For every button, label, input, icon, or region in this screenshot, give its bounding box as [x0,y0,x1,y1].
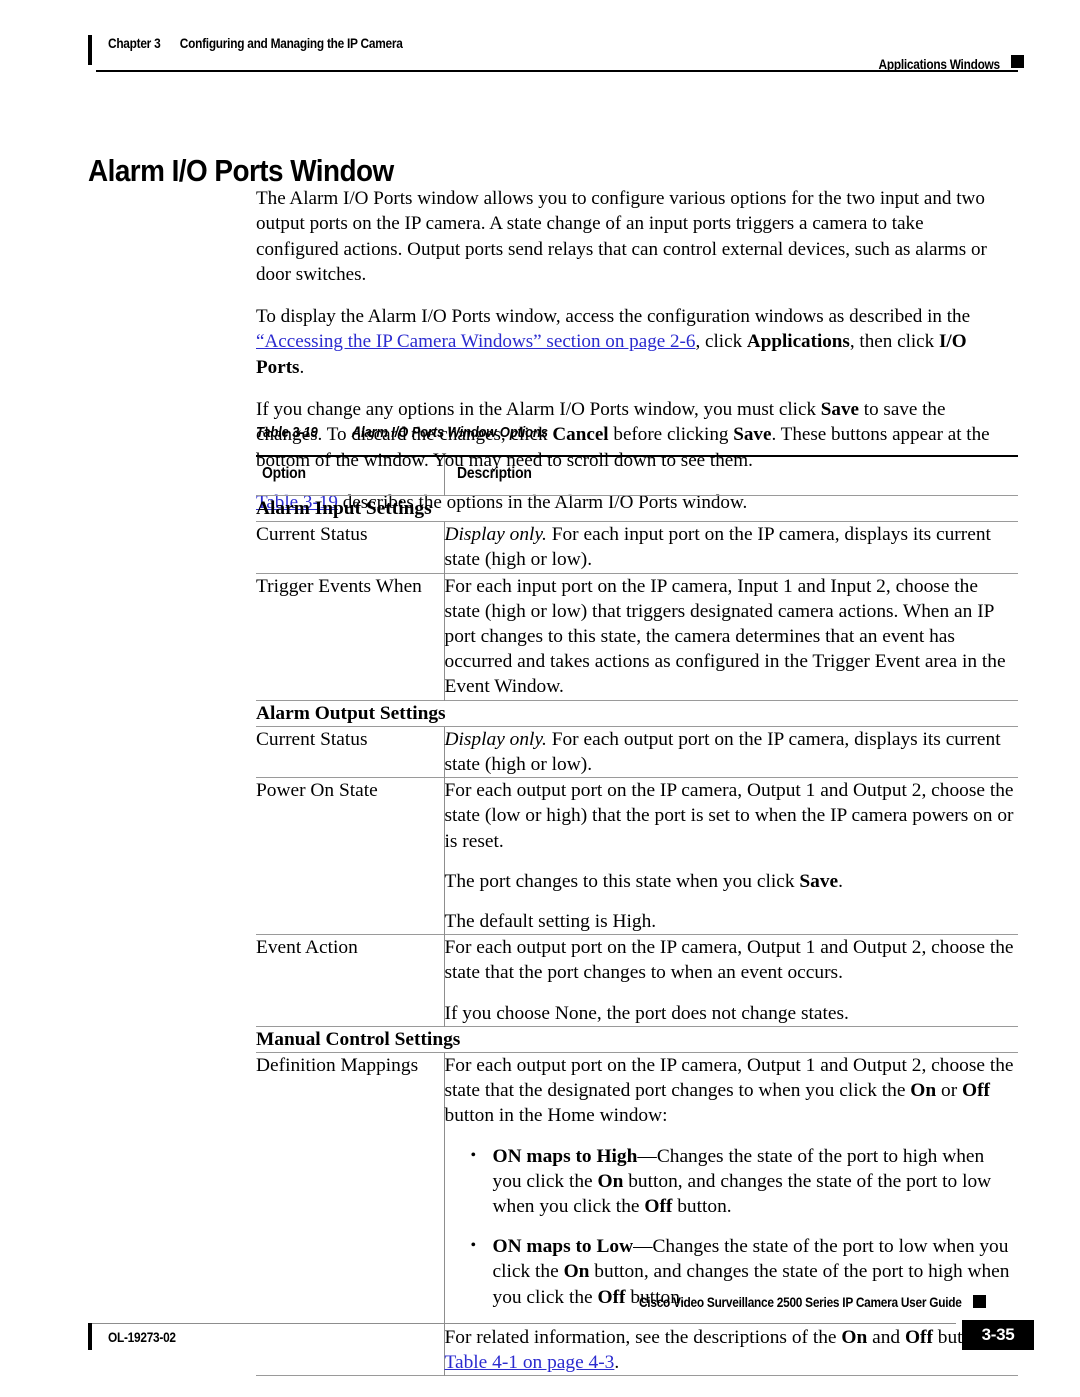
p2-bold-applications: Applications [746,331,850,353]
footer-rule [88,1323,956,1325]
definition-mappings-bullet-list: ON maps to High—Changes the state of the… [445,1143,1019,1310]
intro-paragraph-1: The Alarm I/O Ports window allows you to… [256,188,987,285]
row-description-current-status-input: Display only. For each input port on the… [443,521,1018,574]
definition-mappings-intro: For each output port on the IP camera, O… [444,1055,1014,1127]
row-description-trigger-events-when: For each input port on the IP camera, In… [443,572,1018,701]
alarm-io-ports-options-table: Option Description Alarm Input Settings … [256,455,1019,1377]
table-group-row: Alarm Output Settings [256,699,1018,727]
column-header-option: Option [256,455,444,496]
p2-text-a: To display the Alarm I/O Ports window, a… [256,306,971,328]
page-header: Chapter 3 Configuring and Managing the IP… [0,0,1080,90]
page-footer: Cisco Video Surveillance 2500 Series IP … [0,1287,1080,1397]
row-option-current-status-input: Current Status [256,521,444,574]
power-on-save-note: The port changes to this state when you … [444,870,844,892]
footer-square-marker [973,1295,986,1308]
p2-text-c: , then click [849,331,939,353]
group-label-alarm-output-settings: Alarm Output Settings [256,699,1018,727]
table-group-row: Alarm Input Settings [256,494,1018,522]
header-chapter-breadcrumb: Chapter 3 Configuring and Managing the IP… [108,36,403,51]
table-caption-label: Table 3-19 [256,425,318,441]
header-chapter-number: Chapter 3 [108,36,161,51]
row-option-power-on-state: Power On State [256,777,444,935]
footer-guide-title: Cisco Video Surveillance 2500 Series IP … [639,1295,962,1310]
table-caption: Table 3-19 Alarm I/O Ports Window Options [256,425,942,441]
table-row: Current Status Display only. For each ou… [256,725,1018,778]
footer-page-number: 3-35 [962,1320,1034,1350]
column-header-description: Description [443,455,1018,496]
table-row: Power On State For each output port on t… [256,777,1018,935]
link-accessing-ip-camera-windows[interactable]: “Accessing the IP Camera Windows” sectio… [256,331,695,352]
row-description-event-action: For each output port on the IP camera, O… [443,934,1018,1027]
p3-bold-save-1: Save [820,399,860,421]
table-row: Current Status Display only. For each in… [256,521,1018,574]
table-row: Event Action For each output port on the… [256,934,1018,1027]
header-square-marker [1011,55,1024,68]
table-section: Table 3-19 Alarm I/O Ports Window Options… [256,425,1019,1377]
header-chapter-title: Configuring and Managing the IP Camera [179,36,403,51]
table-group-row: Manual Control Settings [256,1025,1018,1053]
p2-text-b: , click [695,331,747,353]
header-section-label: Applications Windows [878,57,1001,72]
row-option-trigger-events-when: Trigger Events When [256,572,444,701]
header-left-tick [88,35,92,65]
table-caption-title: Alarm I/O Ports Window Options [351,425,548,441]
row-option-event-action: Event Action [256,934,444,1027]
p3-text-a: If you change any options in the Alarm I… [256,399,821,421]
p2-text-d: . [299,356,305,378]
page-title: Alarm I/O Ports Window [88,152,394,188]
italic-display-only: Display only. [444,728,547,750]
italic-display-only: Display only. [444,524,547,546]
group-label-alarm-input-settings: Alarm Input Settings [256,494,1018,522]
intro-paragraph-2: To display the Alarm I/O Ports window, a… [256,304,1011,380]
footer-left-tick [88,1323,92,1350]
row-option-current-status-output: Current Status [256,725,444,778]
row-description-current-status-output: Display only. For each output port on th… [443,725,1018,778]
footer-document-id: OL-19273-02 [108,1330,176,1345]
row-description-power-on-state: For each output port on the IP camera, O… [443,777,1018,935]
table-row: Trigger Events When For each input port … [256,572,1018,701]
list-item: ON maps to High—Changes the state of the… [471,1143,1019,1220]
table-header-row: Option Description [256,455,1018,496]
group-label-manual-control-settings: Manual Control Settings [256,1025,1018,1053]
